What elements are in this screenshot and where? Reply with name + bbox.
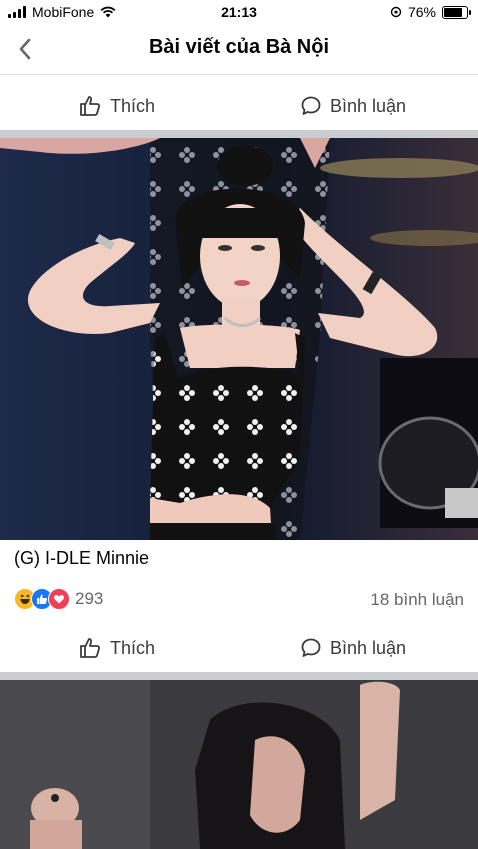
comment-label: Bình luận	[330, 95, 407, 116]
action-row-top: Thích Bình luận	[0, 80, 478, 132]
battery-icon	[442, 5, 471, 19]
status-bar: MobiFone 21:13 76%	[0, 0, 478, 24]
thumbs-up-icon	[80, 96, 101, 116]
nav-bar: Bài viết của Bà Nội	[0, 24, 478, 75]
action-row: Thích Bình luận	[0, 622, 478, 674]
page-title: Bài viết của Bà Nội	[148, 36, 330, 58]
comment-icon	[301, 96, 321, 115]
comment-count-link[interactable]: 18 bình luận	[370, 590, 464, 610]
orientation-lock-icon	[390, 6, 402, 18]
comment-label: Bình luận	[330, 637, 407, 658]
comment-button[interactable]: Bình luận	[300, 622, 406, 674]
post-photo[interactable]	[0, 138, 478, 540]
performer-photo	[0, 680, 478, 849]
like-button[interactable]: Thích	[78, 622, 155, 674]
comment-icon	[301, 638, 321, 657]
love-icon	[48, 588, 70, 610]
like-label: Thích	[110, 95, 156, 116]
next-post-photo[interactable]	[0, 680, 478, 849]
battery-percent: 76%	[407, 4, 436, 20]
reaction-count: 293	[75, 589, 104, 608]
performer-photo	[0, 138, 478, 540]
post-caption: (G) I-DLE Minnie	[14, 548, 150, 568]
status-right: 76%	[390, 4, 471, 20]
post-separator	[0, 672, 478, 680]
reaction-summary[interactable]: 293	[14, 588, 103, 610]
comment-button-top[interactable]: Bình luận	[300, 80, 406, 132]
like-label: Thích	[110, 637, 156, 658]
battery-level	[444, 7, 463, 17]
like-button-top[interactable]: Thích	[78, 80, 155, 132]
post-separator	[0, 130, 478, 138]
thumbs-up-icon	[80, 638, 101, 658]
